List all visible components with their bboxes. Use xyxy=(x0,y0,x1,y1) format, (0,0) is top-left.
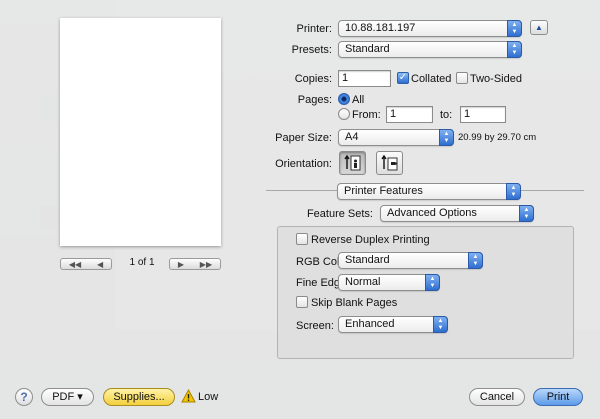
first-prev-page-button[interactable]: ◀◀ ◀ xyxy=(60,258,112,270)
pages-from-radio[interactable] xyxy=(338,108,350,120)
panel-menu-popup[interactable]: Printer Features ▲ ▼ xyxy=(337,183,521,200)
preview-back-buttons: ◀◀ ◀ xyxy=(60,257,112,271)
landscape-icon xyxy=(380,154,397,171)
next-last-page-button[interactable]: ▶ ▶▶ xyxy=(169,258,221,270)
print-button[interactable]: Print xyxy=(533,388,583,406)
popup-arrows-icon: ▲ ▼ xyxy=(468,252,483,269)
pages-to-field[interactable]: 1 xyxy=(460,106,506,123)
cancel-button[interactable]: Cancel xyxy=(469,388,525,406)
rgb-color-value: Standard xyxy=(345,254,390,266)
pages-from-label: From: xyxy=(352,109,381,121)
paper-dimensions: 20.99 by 29.70 cm xyxy=(458,132,537,143)
help-button[interactable]: ? xyxy=(15,388,33,406)
popup-arrows-icon: ▲ ▼ xyxy=(439,129,454,146)
presets-popup[interactable]: Standard ▲ ▼ xyxy=(338,41,522,58)
collated-label: Collated xyxy=(411,73,452,85)
reverse-duplex-checkbox[interactable] xyxy=(296,233,308,245)
presets-value: Standard xyxy=(345,43,390,55)
panel-menu-value: Printer Features xyxy=(344,185,423,197)
screen-label: Screen: xyxy=(296,320,334,332)
pages-label: Pages: xyxy=(297,94,332,106)
feature-sets-label: Feature Sets: xyxy=(306,208,373,220)
portrait-icon xyxy=(343,154,360,171)
printer-value: 10.88.181.197 xyxy=(345,22,416,34)
popup-arrows-icon: ▲ ▼ xyxy=(425,274,440,291)
screen-popup[interactable]: Enhanced ▲ ▼ xyxy=(338,316,448,333)
pages-all-label: All xyxy=(352,94,365,106)
popup-arrows-icon: ▲ ▼ xyxy=(507,41,522,58)
rgb-color-popup[interactable]: Standard ▲ ▼ xyxy=(338,252,483,269)
pages-to-label: to: xyxy=(440,109,453,121)
two-sided-label: Two-Sided xyxy=(470,73,522,85)
popup-arrows-icon: ▲ ▼ xyxy=(506,183,521,200)
paper-size-popup[interactable]: A4 ▲ ▼ xyxy=(338,129,454,146)
reverse-duplex-label: Reverse Duplex Printing xyxy=(311,234,430,246)
print-dialog: ◀◀ ◀ 1 of 1 ▶ ▶▶ Printer: 10.88.181.197 ▲ ▼… xyxy=(0,0,600,419)
popup-arrows-icon: ▲ ▼ xyxy=(519,205,534,222)
screen-value: Enhanced xyxy=(345,318,395,330)
skip-blank-pages-checkbox[interactable] xyxy=(296,296,308,308)
pdf-menu-button[interactable]: PDF ▾ xyxy=(41,388,94,406)
first-page-icon[interactable]: ◀◀ xyxy=(69,260,81,269)
skip-blank-pages-label: Skip Blank Pages xyxy=(311,297,398,309)
orientation-landscape-button[interactable] xyxy=(376,151,403,175)
supply-status-text: Low xyxy=(198,391,219,403)
warning-icon xyxy=(181,389,196,403)
orientation-label: Orientation: xyxy=(275,158,332,170)
print-preview-page xyxy=(60,18,221,246)
preview-forward-buttons: ▶ ▶▶ xyxy=(169,257,221,271)
printer-label: Printer: xyxy=(296,23,332,35)
preview-page-info: 1 of 1 xyxy=(129,257,155,268)
fine-edge-value: Normal xyxy=(345,276,381,288)
pages-from-field[interactable]: 1 xyxy=(386,106,433,123)
pages-all-radio[interactable] xyxy=(338,93,350,105)
collated-checkbox[interactable]: ✓ xyxy=(397,72,409,84)
popup-arrows-icon: ▲ ▼ xyxy=(433,316,448,333)
paper-size-label: Paper Size: xyxy=(275,132,332,144)
collapse-details-button[interactable]: ▲ xyxy=(530,20,548,35)
orientation-portrait-button[interactable] xyxy=(339,151,366,175)
prev-page-icon[interactable]: ◀ xyxy=(97,260,103,269)
presets-label: Presets: xyxy=(291,44,332,56)
supplies-button[interactable]: Supplies... xyxy=(103,388,175,406)
help-icon: ? xyxy=(20,390,28,404)
next-page-icon[interactable]: ▶ xyxy=(178,260,184,269)
feature-sets-value: Advanced Options xyxy=(387,207,477,219)
feature-sets-popup[interactable]: Advanced Options ▲ ▼ xyxy=(380,205,534,222)
popup-arrows-icon: ▲ ▼ xyxy=(507,20,522,37)
copies-label: Copies: xyxy=(294,73,332,85)
fine-edge-popup[interactable]: Normal ▲ ▼ xyxy=(338,274,440,291)
two-sided-checkbox[interactable] xyxy=(456,72,468,84)
paper-size-value: A4 xyxy=(345,131,359,143)
printer-popup[interactable]: 10.88.181.197 ▲ ▼ xyxy=(338,20,522,37)
copies-field[interactable]: 1 xyxy=(338,70,391,87)
disclosure-up-icon: ▲ xyxy=(535,23,543,32)
last-page-icon[interactable]: ▶▶ xyxy=(200,260,212,269)
